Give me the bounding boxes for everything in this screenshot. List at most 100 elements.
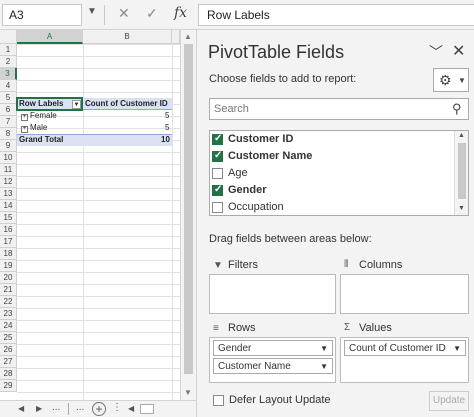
expand-icon[interactable]: + <box>21 126 28 133</box>
cancel-icon[interactable]: ✕ <box>118 5 130 22</box>
expand-icon[interactable]: + <box>21 114 28 121</box>
pivot-value-header[interactable]: Count of Customer ID <box>85 98 168 110</box>
field-label: Occupation <box>228 201 284 213</box>
rows-item-customer-name[interactable]: Customer Name ▼ <box>213 358 333 374</box>
scroll-down-icon[interactable]: ▼ <box>458 205 465 212</box>
row-header[interactable]: 15 <box>0 212 17 224</box>
chevron-down-icon[interactable]: ▼ <box>87 6 97 17</box>
pivot-row-female[interactable]: + Female <box>21 110 57 122</box>
checkbox[interactable] <box>212 168 223 179</box>
chevron-down-icon[interactable]: ﹀ <box>429 42 443 62</box>
row-header[interactable]: 22 <box>0 296 17 308</box>
scroll-up-icon[interactable]: ▲ <box>458 132 465 139</box>
row-header[interactable]: 11 <box>0 164 17 176</box>
scroll-thumb[interactable] <box>184 44 193 374</box>
row-header[interactable]: 4 <box>0 80 17 92</box>
row-header[interactable]: 17 <box>0 236 17 248</box>
row-header[interactable]: 29 <box>0 380 17 392</box>
pivot-value-male[interactable]: 5 <box>165 122 169 134</box>
row-header[interactable]: 12 <box>0 176 17 188</box>
formula-input[interactable]: Row Labels <box>198 4 474 26</box>
chevron-down-icon[interactable]: ▼ <box>320 344 328 353</box>
insert-function-button[interactable]: fx <box>174 5 187 21</box>
scroll-thumb[interactable] <box>458 143 466 199</box>
more-tabs-button[interactable]: ... <box>76 402 84 413</box>
more-icon[interactable]: ⋮ <box>112 402 122 413</box>
columns-drop-area[interactable] <box>340 274 469 314</box>
vertical-scrollbar[interactable]: ▲ ▼ <box>180 30 196 400</box>
search-field[interactable]: ⚲ <box>209 98 469 120</box>
checkbox[interactable] <box>212 133 223 145</box>
row-header[interactable]: 28 <box>0 368 17 380</box>
row-header[interactable]: 8 <box>0 128 17 140</box>
row-header[interactable]: 6 <box>0 104 17 116</box>
field-item-gender[interactable]: Gender <box>210 182 454 199</box>
confirm-icon[interactable]: ✓ <box>146 5 158 22</box>
row-header[interactable]: 1 <box>0 44 17 56</box>
rows-item-gender[interactable]: Gender ▼ <box>213 340 333 356</box>
row-header[interactable]: 10 <box>0 152 17 164</box>
field-label: Customer ID <box>228 133 294 145</box>
row-header[interactable]: 23 <box>0 308 17 320</box>
tools-button[interactable]: ⚙ ▼ <box>433 68 469 92</box>
search-input[interactable] <box>214 102 444 116</box>
spreadsheet-grid[interactable]: A B 1 2 3 4 5 6 7 8 9 10 11 12 13 14 15 16 17 18 19 20 21 22 2… <box>0 30 196 400</box>
pivot-grand-total-value[interactable]: 10 <box>161 134 170 146</box>
search-icon[interactable]: ⚲ <box>452 101 462 117</box>
row-header[interactable]: 24 <box>0 320 17 332</box>
row-header[interactable]: 26 <box>0 344 17 356</box>
values-item-label: Count of Customer ID <box>349 343 446 354</box>
column-header-c[interactable] <box>172 30 180 44</box>
filters-drop-area[interactable] <box>209 274 336 314</box>
pivot-grand-total-label[interactable]: Grand Total <box>19 134 63 146</box>
pane-title: PivotTable Fields <box>208 42 345 62</box>
row-header[interactable]: 2 <box>0 56 17 68</box>
row-header[interactable]: 7 <box>0 116 17 128</box>
scroll-up-icon[interactable]: ▲ <box>184 32 192 41</box>
field-item-occupation[interactable]: Occupation <box>210 199 454 215</box>
row-header[interactable]: 16 <box>0 224 17 236</box>
checkbox[interactable] <box>212 150 223 162</box>
row-header[interactable]: 13 <box>0 188 17 200</box>
values-item-count-customer-id[interactable]: Count of Customer ID ▼ <box>344 340 466 356</box>
tab-scroll-right-icon[interactable]: ▶ <box>36 404 42 413</box>
field-item-age[interactable]: Age <box>210 165 454 182</box>
field-label: Gender <box>228 184 267 196</box>
checkbox[interactable] <box>212 184 223 196</box>
defer-layout-checkbox[interactable] <box>213 395 224 406</box>
row-header[interactable]: 25 <box>0 332 17 344</box>
horizontal-scroll-thumb[interactable] <box>140 404 154 414</box>
row-header[interactable]: 18 <box>0 248 17 260</box>
field-list-scrollbar[interactable]: ▲ ▼ <box>454 131 468 215</box>
field-item-customer-name[interactable]: Customer Name <box>210 148 454 165</box>
select-all-corner[interactable] <box>0 30 17 44</box>
row-header[interactable]: 9 <box>0 140 17 152</box>
row-header[interactable]: 19 <box>0 260 17 272</box>
pivot-value-female[interactable]: 5 <box>165 110 169 122</box>
tab-scroll-left-icon[interactable]: ◀ <box>18 404 24 413</box>
divider <box>68 403 69 415</box>
drag-instructions: Drag fields between areas below: <box>209 233 372 245</box>
chevron-down-icon[interactable]: ▼ <box>320 362 328 371</box>
scroll-down-icon[interactable]: ▼ <box>184 388 192 397</box>
more-tabs-button[interactable]: ... <box>52 402 60 413</box>
row-header[interactable]: 14 <box>0 200 17 212</box>
pivot-row-male[interactable]: + Male <box>21 122 47 134</box>
row-label: Male <box>30 123 48 132</box>
name-box[interactable]: A3 <box>2 4 82 26</box>
chevron-down-icon[interactable]: ▼ <box>453 344 461 353</box>
update-button[interactable]: Update <box>429 391 469 411</box>
close-icon[interactable]: ✕ <box>452 41 465 61</box>
row-header[interactable]: 3 <box>0 68 17 80</box>
row-header[interactable]: 27 <box>0 356 17 368</box>
row-header[interactable]: 5 <box>0 92 17 104</box>
pivottable-fields-pane: PivotTable Fields ﹀ ✕ Choose fields to a… <box>196 30 474 417</box>
field-item-customer-id[interactable]: Customer ID <box>210 131 454 148</box>
column-header-b[interactable]: B <box>83 30 172 44</box>
row-header[interactable]: 21 <box>0 284 17 296</box>
h-scroll-left-icon[interactable]: ◀ <box>128 404 134 413</box>
checkbox[interactable] <box>212 202 223 213</box>
column-header-a[interactable]: A <box>17 30 83 44</box>
row-header[interactable]: 20 <box>0 272 17 284</box>
add-sheet-button[interactable]: + <box>92 402 106 416</box>
